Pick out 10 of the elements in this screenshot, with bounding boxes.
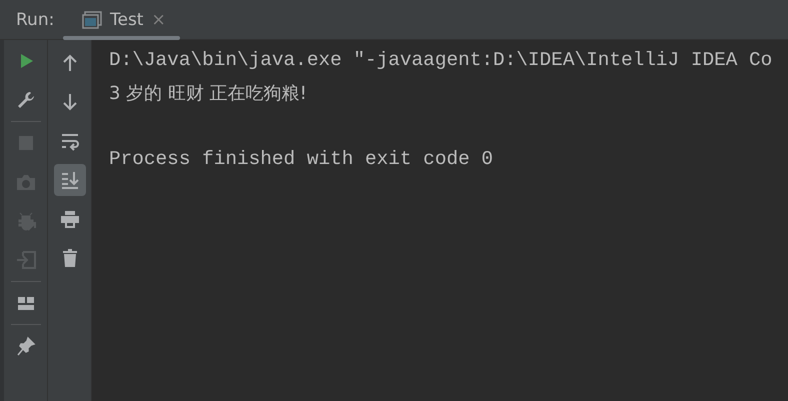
pin-icon xyxy=(14,335,36,357)
scroll-to-end-button[interactable] xyxy=(54,164,86,196)
run-label: Run: xyxy=(15,8,56,32)
console-line: D:\Java\bin\java.exe "-javaagent:D:\IDEA\IntelliJ IDEA Co xyxy=(109,48,774,73)
console-line: 3 岁的 旺财 正在吃狗粮! xyxy=(109,82,308,106)
exit-icon xyxy=(14,249,36,271)
console-window-icon xyxy=(82,10,102,28)
console-tab[interactable]: Test × xyxy=(63,0,180,39)
print-icon xyxy=(58,208,80,230)
console-line: Process finished with exit code 0 xyxy=(109,147,494,172)
